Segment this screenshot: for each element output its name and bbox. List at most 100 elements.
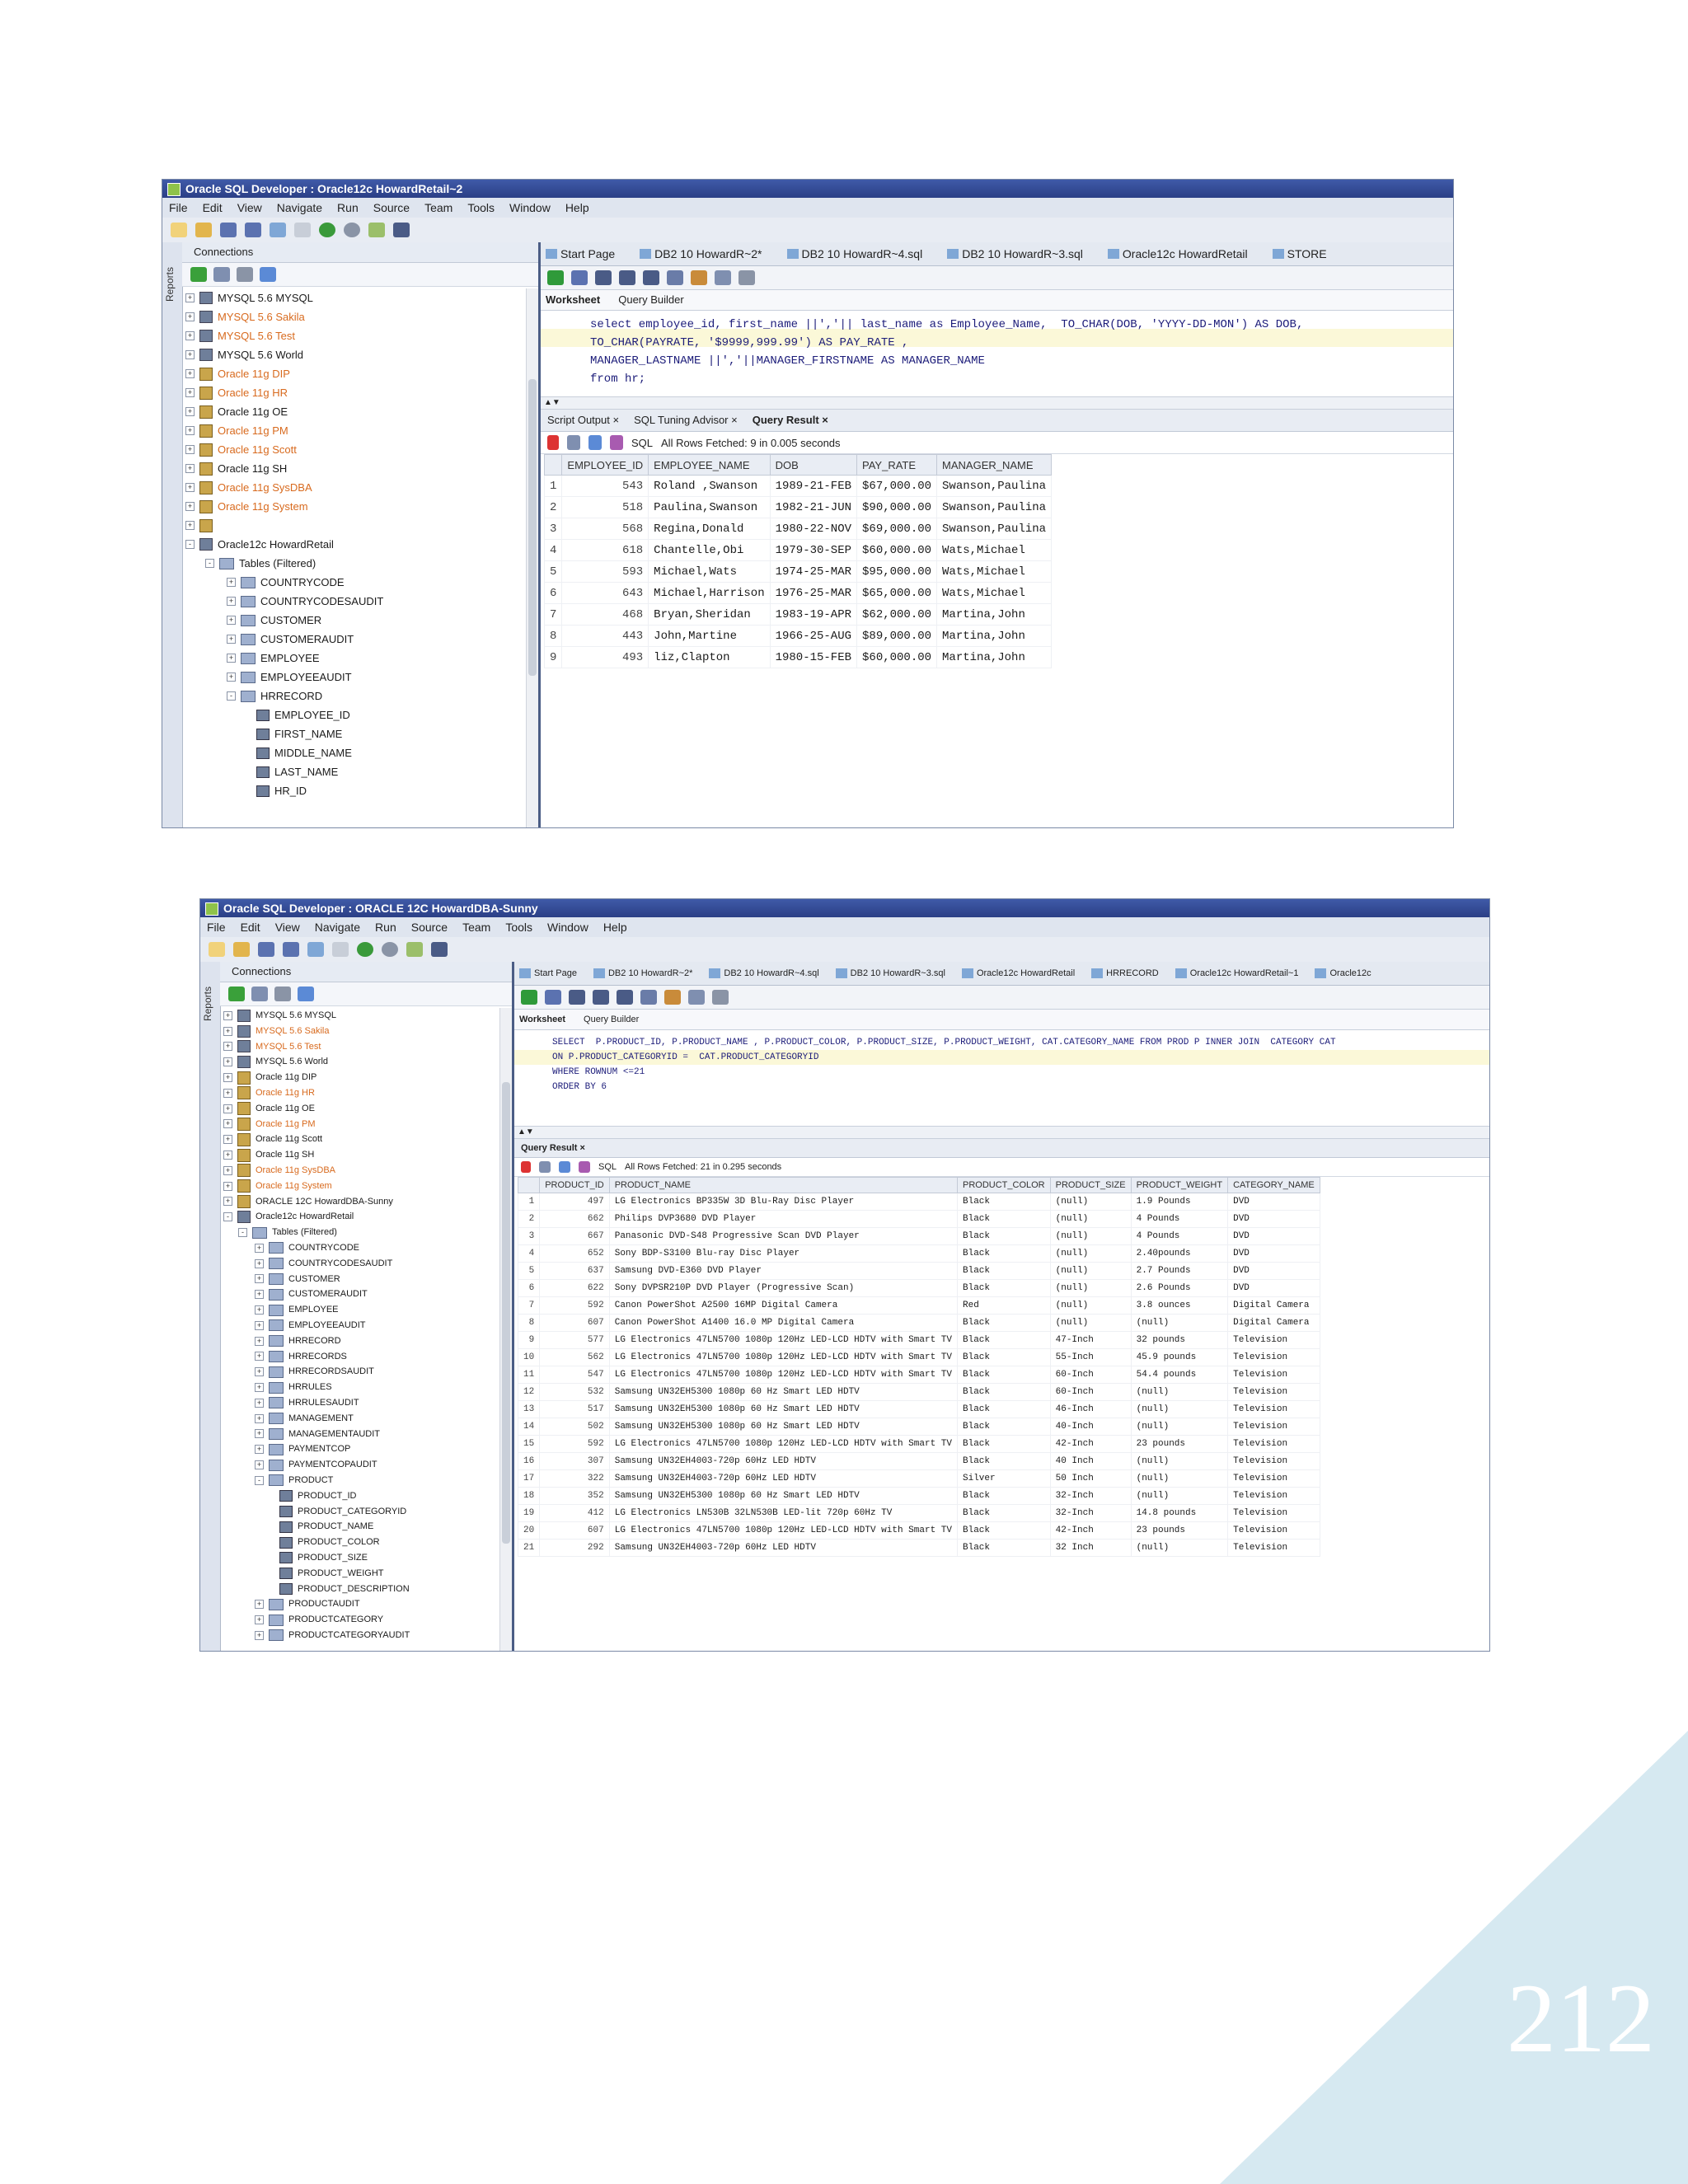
run-statement-icon[interactable] [547, 270, 564, 285]
print-icon[interactable] [567, 435, 580, 450]
redo-icon[interactable] [294, 223, 311, 237]
collapse-icon[interactable]: - [185, 540, 195, 549]
close-icon[interactable]: × [610, 414, 619, 426]
expand-icon[interactable]: + [185, 445, 195, 454]
tree-node[interactable]: + Oracle 11g Scott [185, 440, 297, 459]
filter-icon[interactable] [237, 267, 253, 282]
tree-node[interactable]: + EMPLOYEE [227, 649, 320, 668]
tree-node[interactable]: + COUNTRYCODE [255, 1240, 359, 1256]
tree-node[interactable]: + PAYMENTCOPAUDIT [255, 1457, 377, 1473]
tree-node[interactable]: + MYSQL 5.6 World [185, 345, 303, 364]
tree-node[interactable]: - Tables (Filtered) [238, 1225, 337, 1240]
expand-icon[interactable]: + [223, 1181, 232, 1191]
tree-node[interactable]: MIDDLE_NAME [256, 743, 352, 762]
tree-node[interactable]: FIRST_NAME [256, 724, 342, 743]
tree-node[interactable]: + MYSQL 5.6 MYSQL [223, 1008, 336, 1024]
tree-node[interactable]: + Oracle 11g OE [185, 402, 288, 421]
sql-icon[interactable] [406, 942, 423, 957]
expand-icon[interactable]: + [223, 1057, 232, 1067]
expand-icon[interactable]: + [185, 426, 195, 435]
column-header[interactable]: PRODUCT_SIZE [1049, 1177, 1132, 1193]
new-icon[interactable] [209, 942, 225, 957]
expand-icon[interactable]: + [223, 1104, 232, 1113]
tree-node[interactable]: PRODUCT_CATEGORYID [279, 1504, 406, 1520]
monitor-icon[interactable] [393, 223, 410, 237]
table-row[interactable]: 16 307 Samsung UN32EH4003-720p 60Hz LED HD… [517, 1452, 1320, 1470]
tree-node[interactable]: + HRRULES [255, 1380, 332, 1395]
column-header[interactable]: MANAGER_NAME [936, 454, 1053, 476]
menu-item[interactable]: Team [424, 198, 452, 218]
expand-icon[interactable]: + [255, 1352, 264, 1361]
expand-icon[interactable]: + [227, 654, 236, 663]
column-header[interactable]: PRODUCT_ID [539, 1177, 610, 1193]
autotrace-icon[interactable] [667, 270, 683, 285]
table-row[interactable]: 12 532 Samsung UN32EH5300 1080p 60 Hz Smar… [517, 1383, 1320, 1401]
table-row[interactable]: 10 562 LG Electronics 47LN5700 1080p 120Hz… [517, 1348, 1320, 1366]
menu-item[interactable]: Navigate [315, 917, 360, 937]
tree-node[interactable]: + MANAGEMENTAUDIT [255, 1427, 380, 1442]
document-tab[interactable]: Oracle12c [1315, 962, 1372, 985]
new-icon[interactable] [171, 223, 187, 237]
expand-icon[interactable]: + [185, 407, 195, 416]
column-header[interactable]: EMPLOYEE_ID [561, 454, 649, 476]
menu-item[interactable]: Edit [241, 917, 260, 937]
menu-item[interactable]: Help [565, 198, 589, 218]
menu-item[interactable]: Source [411, 917, 448, 937]
tree-node[interactable]: + HRRECORD [255, 1333, 341, 1349]
column-header[interactable]: PAY_RATE [856, 454, 938, 476]
expand-icon[interactable]: + [227, 635, 236, 644]
run-icon[interactable] [357, 942, 373, 957]
menu-item[interactable]: File [207, 917, 226, 937]
tree-node[interactable]: PRODUCT_DESCRIPTION [279, 1582, 410, 1597]
expand-icon[interactable]: + [185, 502, 195, 511]
column-header[interactable]: PRODUCT_COLOR [957, 1177, 1051, 1193]
expand-icon[interactable]: + [255, 1460, 264, 1470]
tree-node[interactable]: + PRODUCTCATEGORYAUDIT [255, 1628, 410, 1643]
tree-node[interactable]: + CUSTOMER [227, 611, 321, 630]
expand-icon[interactable]: + [185, 464, 195, 473]
expand-icon[interactable]: + [223, 1088, 232, 1098]
tree-node[interactable]: EMPLOYEE_ID [256, 705, 350, 724]
tree-node[interactable]: + Oracle 11g Scott [223, 1132, 322, 1147]
result-tab[interactable]: Query Result × [753, 410, 828, 431]
menu-item[interactable]: Source [373, 198, 410, 218]
refresh-results-icon[interactable] [610, 435, 623, 450]
document-tab[interactable]: HRRECORD [1091, 962, 1159, 985]
add-connection-icon[interactable] [228, 987, 245, 1001]
expand-icon[interactable]: + [223, 1151, 232, 1160]
explain-icon[interactable] [617, 990, 633, 1005]
refresh-results-icon[interactable] [579, 1161, 590, 1173]
menu-item[interactable]: Tools [505, 917, 532, 937]
undo-icon[interactable] [307, 942, 324, 957]
close-icon[interactable]: × [729, 414, 738, 426]
tree-node[interactable]: + MYSQL 5.6 Sakila [185, 307, 305, 326]
tree-node[interactable]: + PAYMENTCOP [255, 1441, 350, 1457]
collapse-icon[interactable]: - [223, 1212, 232, 1222]
expand-icon[interactable]: + [255, 1429, 264, 1439]
tree-node[interactable]: + COUNTRYCODESAUDIT [255, 1256, 392, 1272]
expand-icon[interactable]: + [255, 1413, 264, 1423]
tree-node[interactable]: + COUNTRYCODE [227, 573, 345, 592]
table-row[interactable]: 6 643 Michael,Harrison 1976-25-MAR $65,000.0… [543, 582, 1053, 604]
tree-node[interactable]: + Oracle 11g DIP [185, 364, 290, 383]
open-icon[interactable] [233, 942, 250, 957]
collapse-icon[interactable]: - [227, 691, 236, 701]
expand-icon[interactable]: + [227, 597, 236, 606]
undo-icon[interactable] [270, 223, 286, 237]
menu-item[interactable]: Window [547, 917, 588, 937]
expand-icon[interactable]: + [255, 1305, 264, 1315]
menu-item[interactable]: View [275, 917, 300, 937]
tree-node[interactable]: + EMPLOYEE [255, 1302, 339, 1318]
run-script-icon[interactable] [571, 270, 588, 285]
result-tab[interactable]: Script Output × [547, 410, 619, 431]
tree-node[interactable]: + Oracle 11g System [185, 497, 308, 516]
expand-icon[interactable]: + [255, 1258, 264, 1268]
tree-node[interactable]: + Oracle 11g SysDBA [185, 478, 312, 497]
tree-node[interactable]: - Oracle12c HowardRetail [185, 535, 334, 554]
tree-node[interactable]: + MYSQL 5.6 MYSQL [185, 288, 313, 307]
run-icon[interactable] [319, 223, 335, 237]
document-tab[interactable]: Oracle12c HowardRetail [961, 962, 1075, 985]
expand-icon[interactable]: + [185, 331, 195, 340]
expand-icon[interactable]: + [255, 1320, 264, 1330]
expand-icon[interactable]: + [223, 1119, 232, 1129]
